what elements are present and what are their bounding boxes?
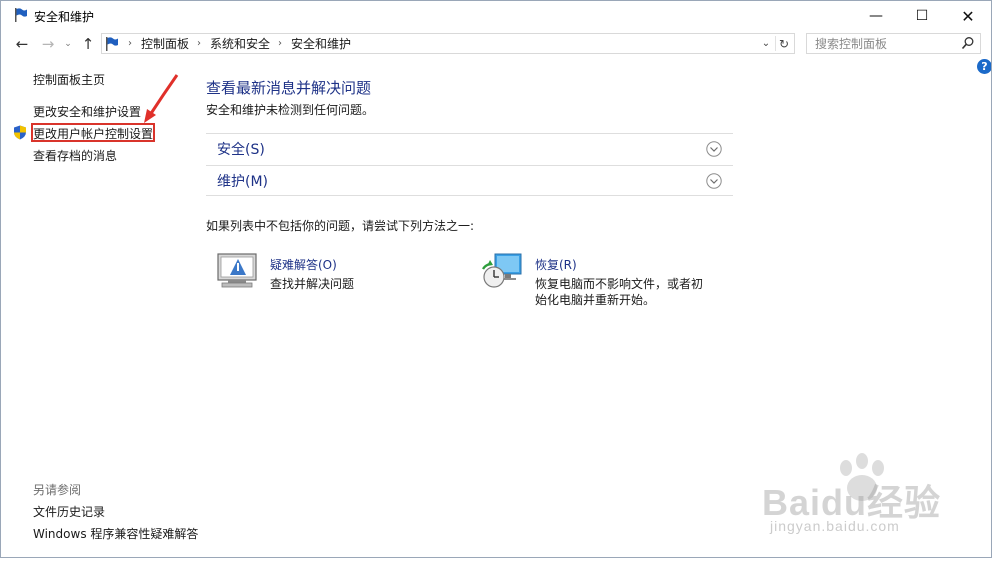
chevron-down-icon[interactable] [706,173,722,189]
address-dropdown-button[interactable]: ⌄ [758,35,774,52]
breadcrumb-control-panel[interactable]: 控制面板 [141,35,189,52]
minimize-button[interactable]: — [853,1,899,31]
flag-icon [15,8,27,22]
maximize-button[interactable]: ☐ [899,1,945,31]
up-button[interactable]: ↑ [79,34,97,54]
see-also-heading: 另请参阅 [33,483,82,497]
tool-recovery: 恢复(R) 恢复电脑而不影响文件，或者初始化电脑并重新开始。 [481,251,741,307]
breadcrumb-security-maintenance[interactable]: 安全和维护 [291,35,351,52]
window-title: 安全和维护 [34,10,95,24]
section-security[interactable]: 安全(S) [206,133,733,164]
section-security-label: 安全(S) [217,142,265,158]
main-content: 查看最新消息并解决问题 安全和维护未检测到任何问题。 安全(S) 维护(M) 如… [206,61,766,541]
watermark-url: jingyan.baidu.com [770,518,900,534]
search-input[interactable] [813,35,967,52]
section-maintenance-label: 维护(M) [217,173,269,190]
address-bar[interactable]: › 控制面板 › 系统和安全 › 安全和维护 ⌄ ↻ [101,33,795,54]
section-maintenance[interactable]: 维护(M) [206,165,733,196]
sidebar: 控制面板主页 更改安全和维护设置 更改用户帐户控制设置 查看存档的消息 另请参阅… [1,61,198,541]
breadcrumb-separator[interactable]: › [278,38,282,49]
troubleshoot-hint: 如果列表中不包括你的问题，请尝试下列方法之一: [206,219,475,233]
help-button[interactable]: ? [977,59,991,74]
uac-shield-icon [14,125,26,140]
recovery-description: 恢复电脑而不影响文件，或者初始化电脑并重新开始。 [535,277,704,307]
search-box[interactable] [806,33,981,54]
title-bar[interactable]: 安全和维护 — ☐ ✕ [1,1,991,31]
search-icon[interactable] [961,36,975,50]
flag-icon [106,36,118,51]
recovery-link[interactable]: 恢复(R) [535,256,577,273]
sidebar-link-view-archived-messages[interactable]: 查看存档的消息 [33,147,117,164]
breadcrumb-system-security[interactable]: 系统和安全 [210,35,270,52]
status-message: 安全和维护未检测到任何问题。 [206,103,375,117]
breadcrumb-separator[interactable]: › [128,38,132,49]
troubleshooting-description: 查找并解决问题 [270,277,355,291]
recent-locations-button[interactable]: ⌄ [59,34,77,54]
troubleshooting-icon[interactable] [216,251,258,289]
close-button[interactable]: ✕ [945,1,991,31]
troubleshooting-link[interactable]: 疑难解答(O) [270,256,337,273]
refresh-button[interactable]: ↻ [776,35,792,52]
sidebar-link-compatibility-troubleshooter[interactable]: Windows 程序兼容性疑难解答 [33,525,198,542]
sidebar-link-change-security-settings[interactable]: 更改安全和维护设置 [33,103,141,120]
navigation-bar: ← → ⌄ ↑ › 控制面板 › 系统和安全 › 安全和维护 ⌄ ↻ [1,31,991,57]
recovery-icon[interactable] [481,251,523,289]
back-button[interactable]: ← [13,34,31,54]
sidebar-link-home[interactable]: 控制面板主页 [33,71,105,88]
sidebar-link-file-history[interactable]: 文件历史记录 [33,503,105,520]
annotation-highlight-box [31,123,155,142]
breadcrumb-separator[interactable]: › [197,38,201,49]
forward-button[interactable]: → [39,34,57,54]
chevron-down-icon[interactable] [706,141,722,157]
page-title: 查看最新消息并解决问题 [206,79,372,97]
watermark: Baidu经验 jingyan.baidu.com [758,452,988,552]
annotation-arrow-icon [144,74,179,123]
tool-troubleshooting: 疑难解答(O) 查找并解决问题 [216,251,446,307]
